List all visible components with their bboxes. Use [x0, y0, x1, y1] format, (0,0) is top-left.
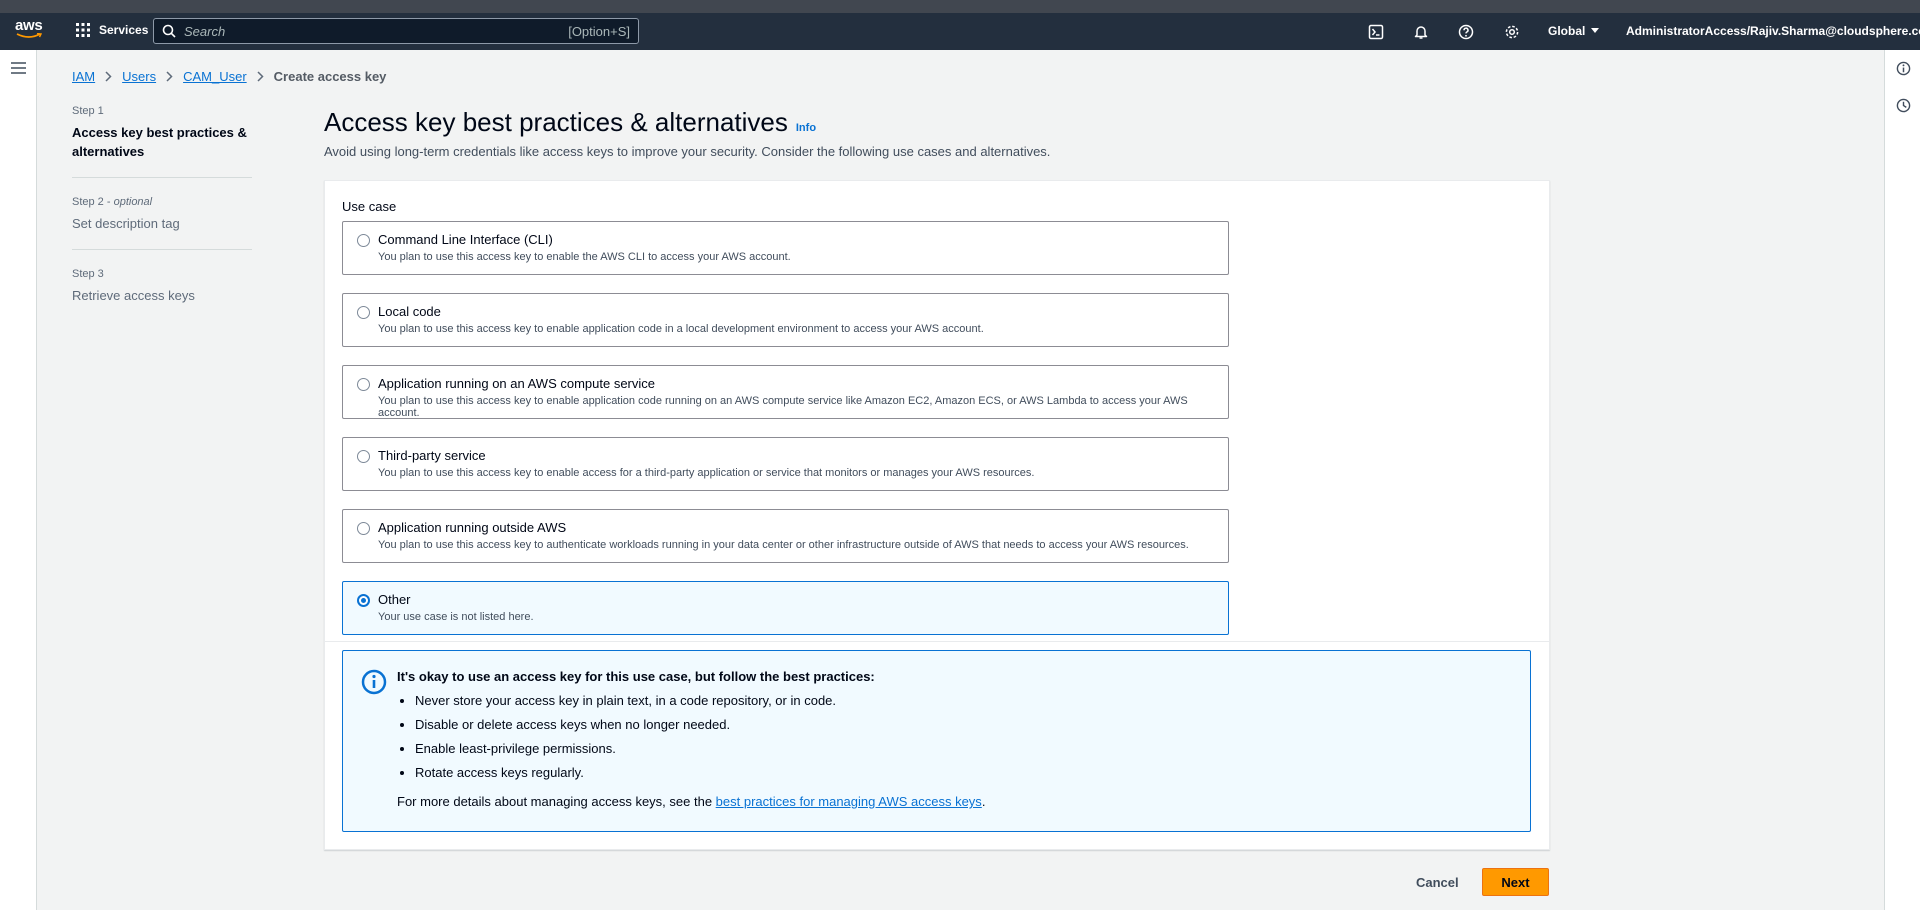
services-label: Services [99, 23, 149, 37]
breadcrumb-users[interactable]: Users [122, 69, 156, 84]
services-menu-button[interactable]: Services [75, 22, 148, 38]
divider [325, 641, 1549, 642]
cloudshell-icon[interactable] [1366, 22, 1386, 42]
step-label: Retrieve access keys [72, 288, 195, 303]
option-third-party[interactable]: Third-party service You plan to use this… [342, 437, 1229, 491]
right-side-rail [1884, 50, 1920, 910]
step-number: Step 1 [72, 105, 104, 117]
step-1[interactable]: Step 1 Access key best practices & alter… [72, 105, 252, 178]
option-other[interactable]: Other Your use case is not listed here. [342, 581, 1229, 635]
radio-button[interactable] [357, 450, 370, 463]
use-case-label: Use case [342, 199, 397, 214]
info-alert: It's okay to use an access key for this … [342, 650, 1531, 832]
option-description: You plan to use this access key to authe… [378, 539, 1189, 551]
region-label: Global [1548, 24, 1586, 38]
list-item: Enable least-privilege permissions. [415, 741, 836, 756]
radio-button[interactable] [357, 234, 370, 247]
step-label: Set description tag [72, 216, 180, 231]
hamburger-menu-icon[interactable] [11, 61, 26, 79]
chevron-right-icon [105, 71, 112, 82]
region-selector[interactable]: Global [1548, 24, 1600, 38]
history-clock-icon[interactable] [1896, 98, 1911, 118]
option-title: Third-party service [378, 448, 486, 463]
page-title: Access key best practices & alternatives… [324, 107, 816, 138]
best-practices-link[interactable]: best practices for managing AWS access k… [716, 794, 982, 809]
option-title: Command Line Interface (CLI) [378, 232, 553, 247]
info-link[interactable]: Info [796, 122, 816, 134]
page-description: Avoid using long-term credentials like a… [324, 144, 1051, 159]
radio-button[interactable] [357, 378, 370, 391]
option-description: You plan to use this access key to enabl… [378, 323, 984, 335]
option-local-code[interactable]: Local code You plan to use this access k… [342, 293, 1229, 347]
option-outside-aws[interactable]: Application running outside AWS You plan… [342, 509, 1229, 563]
option-description: You plan to use this access key to enabl… [378, 251, 791, 263]
notifications-bell-icon[interactable] [1411, 22, 1431, 42]
option-title: Application running on an AWS compute se… [378, 376, 656, 391]
step-label: Access key best practices & alternatives [72, 125, 247, 159]
caret-down-icon [1591, 28, 1600, 33]
aws-logo[interactable]: aws [15, 17, 45, 45]
step-3[interactable]: Step 3 Retrieve access keys [72, 268, 252, 321]
best-practices-list: Never store your access key in plain tex… [415, 693, 836, 789]
account-menu[interactable]: AdministratorAccess/Rajiv.Sharma@cloudsp… [1626, 24, 1920, 38]
list-item: Never store your access key in plain tex… [415, 693, 836, 708]
option-description: You plan to use this access key to enabl… [378, 395, 1188, 419]
info-panel-icon[interactable] [1896, 61, 1911, 81]
alert-footer: For more details about managing access k… [397, 794, 985, 809]
radio-button[interactable] [357, 306, 370, 319]
step-number: Step 3 [72, 268, 104, 280]
search-icon [154, 24, 184, 38]
option-cli[interactable]: Command Line Interface (CLI) You plan to… [342, 221, 1229, 275]
help-icon[interactable] [1456, 22, 1476, 42]
search-input[interactable] [184, 23, 569, 39]
use-case-container: Use case Command Line Interface (CLI) Yo… [324, 180, 1550, 850]
option-title: Application running outside AWS [378, 520, 567, 535]
settings-gear-icon[interactable] [1502, 22, 1522, 42]
alert-title: It's okay to use an access key for this … [397, 669, 875, 684]
breadcrumb: IAM Users CAM_User Create access key [72, 69, 386, 84]
left-side-rail [0, 50, 37, 910]
option-description: Your use case is not listed here. [378, 611, 534, 623]
page-title-text: Access key best practices & alternatives [324, 107, 788, 137]
alert-footer-text: For more details about managing access k… [397, 794, 716, 809]
radio-button-selected[interactable] [357, 594, 370, 607]
list-item: Disable or delete access keys when no lo… [415, 717, 836, 732]
cancel-button[interactable]: Cancel [1404, 868, 1471, 896]
alert-footer-suffix: . [981, 794, 986, 809]
chevron-right-icon [166, 71, 173, 82]
breadcrumb-current: Create access key [273, 69, 387, 84]
top-navigation: aws Services [Option+S] Glob [0, 13, 1920, 50]
aws-smile-icon [16, 33, 42, 38]
next-button[interactable]: Next [1482, 868, 1549, 896]
option-aws-compute[interactable]: Application running on an AWS compute se… [342, 365, 1229, 419]
option-description: You plan to use this access key to enabl… [378, 467, 1035, 479]
search-bar[interactable]: [Option+S] [153, 18, 639, 44]
browser-top-strip [0, 0, 1920, 13]
step-number: Step 2 - optional [72, 196, 153, 208]
wizard-steps: Step 1 Access key best practices & alter… [72, 105, 252, 339]
account-label: AdministratorAccess/Rajiv.Sharma@cloudsp… [1626, 24, 1920, 38]
info-circle-icon [361, 669, 387, 700]
grid-icon [76, 23, 90, 37]
radio-button[interactable] [357, 522, 370, 535]
search-shortcut-hint: [Option+S] [568, 23, 630, 39]
chevron-right-icon [257, 71, 264, 82]
breadcrumb-iam[interactable]: IAM [72, 69, 95, 84]
list-item: Rotate access keys regularly. [415, 765, 836, 780]
breadcrumb-cam-user[interactable]: CAM_User [183, 69, 247, 84]
option-title: Local code [378, 304, 441, 319]
option-title: Other [378, 592, 411, 607]
step-2[interactable]: Step 2 - optional Set description tag [72, 196, 252, 250]
aws-logo-text: aws [15, 17, 43, 34]
